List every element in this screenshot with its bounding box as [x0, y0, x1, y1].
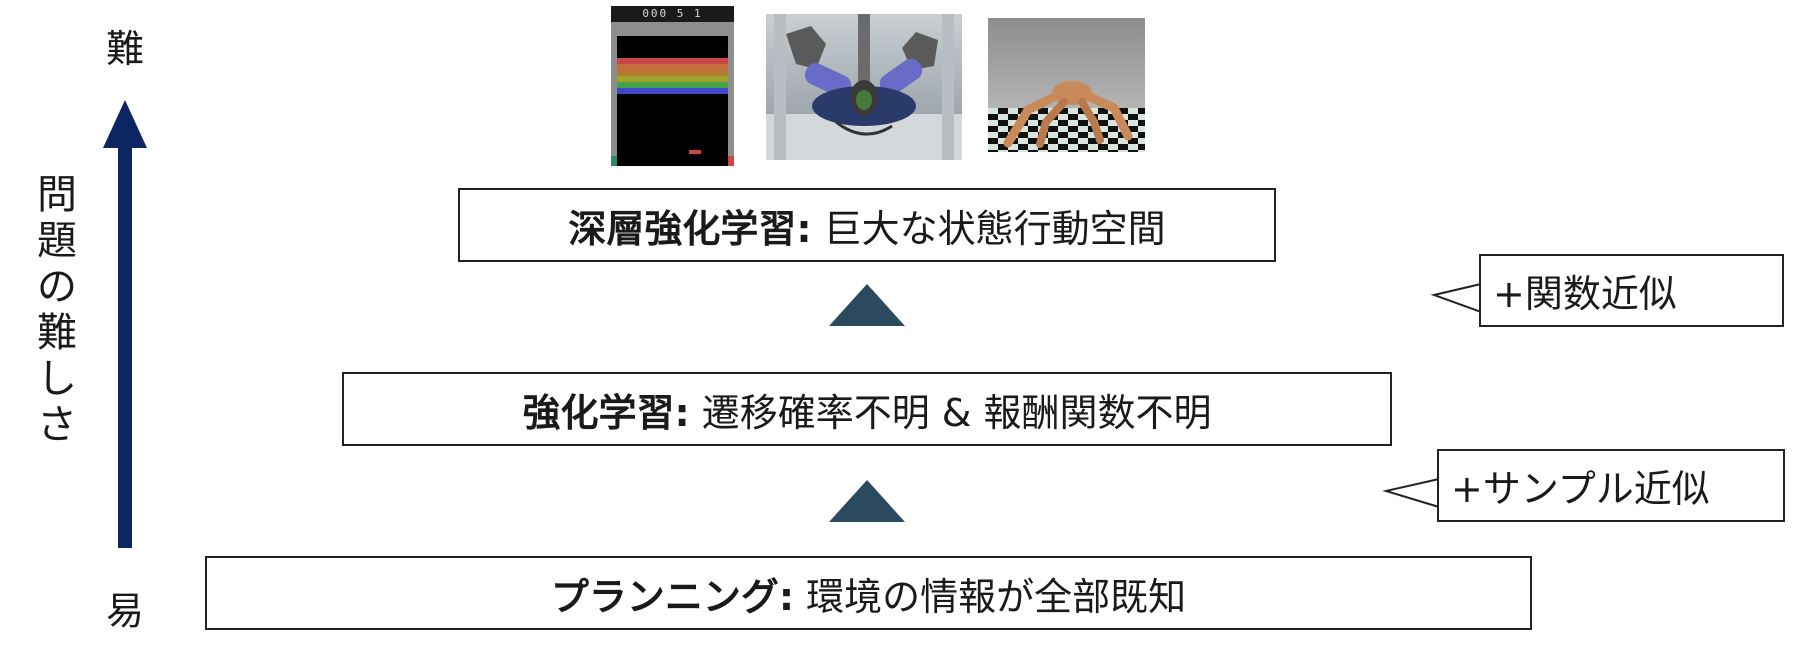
callout-sample-approx: +サンプル近似	[1437, 449, 1785, 522]
level-planning-box: プランニング: 環境の情報が全部既知	[205, 556, 1532, 630]
axis-label-easy: 易	[106, 589, 145, 633]
callout-function-approx: +関数近似	[1479, 254, 1784, 327]
level-description: 巨大な状態行動空間	[823, 206, 1166, 251]
axis-title-char: 題	[37, 218, 77, 264]
axis-title-char: 問	[37, 172, 77, 218]
up-triangle-icon	[829, 284, 905, 326]
axis-arrow-shaft	[118, 140, 132, 548]
axis-title: 問 題 の 難 し さ	[34, 172, 80, 448]
robot-scene	[766, 14, 962, 160]
axis-label-hard: 難	[106, 27, 145, 71]
level-description: 遷移確率不明 & 報酬関数不明	[701, 390, 1212, 435]
level-title: プランニング:	[550, 574, 795, 619]
breakout-scene	[611, 22, 734, 166]
up-triangle-icon	[829, 480, 905, 522]
level-deep-rl-box: 深層強化学習: 巨大な状態行動空間	[458, 188, 1276, 262]
robot-hands-image	[766, 14, 962, 160]
breakout-game-image: 000 5 1	[611, 6, 734, 166]
level-description: 環境の情報が全部既知	[806, 574, 1187, 619]
callout-text: +関数近似	[1493, 272, 1677, 316]
axis-title-char: 難	[37, 310, 77, 356]
ant-robot-simulation-image	[988, 18, 1145, 152]
axis-title-char: さ	[37, 402, 77, 448]
level-title: 深層強化学習:	[568, 206, 812, 251]
level-title: 強化学習:	[522, 390, 690, 435]
ant-scene	[988, 18, 1145, 152]
axis-title-char: し	[37, 356, 77, 402]
level-rl-box: 強化学習: 遷移確率不明 & 報酬関数不明	[342, 372, 1392, 446]
axis-title-char: の	[37, 264, 77, 310]
callout-text: +サンプル近似	[1451, 467, 1710, 511]
